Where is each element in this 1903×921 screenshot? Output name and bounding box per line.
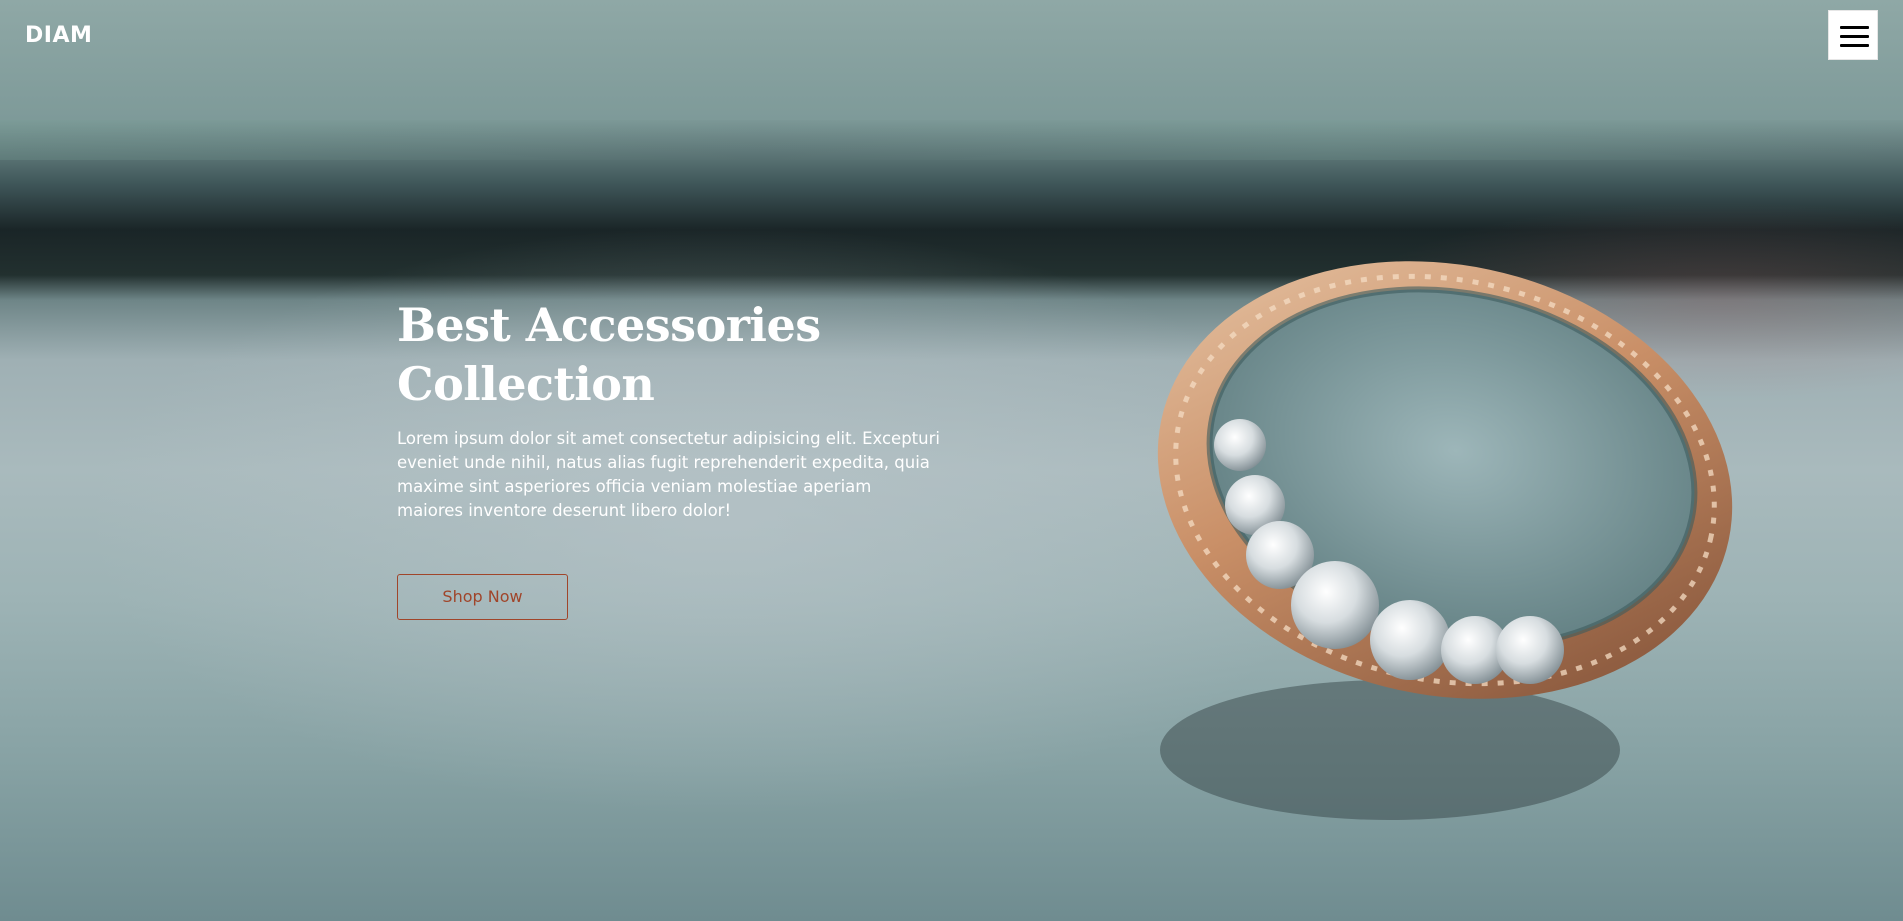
hero-title: Best Accessories Collection — [397, 296, 957, 414]
hero-title-line1: Best Accessories — [397, 298, 821, 352]
brand-logo[interactable]: DIAM — [25, 23, 92, 48]
hamburger-menu-icon[interactable] — [1828, 10, 1878, 60]
hero-title-line2: Collection — [397, 357, 655, 411]
shop-now-button[interactable]: Shop Now — [397, 574, 568, 620]
ring-image — [1090, 230, 1750, 850]
hero-description: Lorem ipsum dolor sit amet consectetur a… — [397, 429, 940, 520]
hero-content: Best Accessories Collection Lorem ipsum … — [397, 296, 957, 523]
